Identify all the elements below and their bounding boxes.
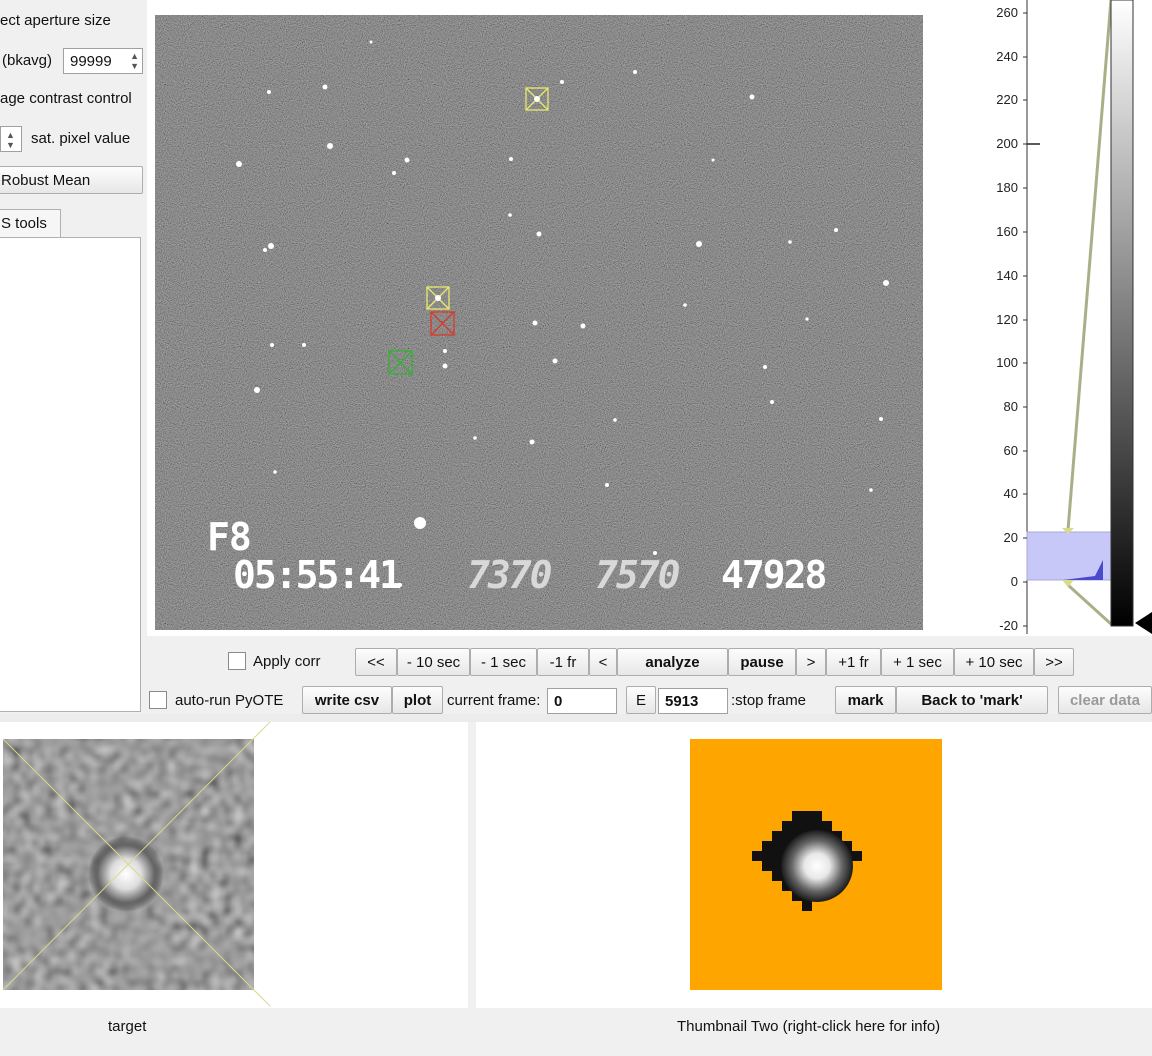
target-thumbnail-panel[interactable]	[0, 722, 468, 1008]
sat-pixel-label: sat. pixel value	[31, 130, 131, 147]
y-tick: 120	[996, 312, 1018, 327]
e-button[interactable]: E	[626, 686, 656, 714]
aperture-size-label: ect aperture size	[0, 12, 111, 29]
back-to-mark-button[interactable]: Back to 'mark'	[896, 686, 1048, 714]
mark-button[interactable]: mark	[835, 686, 896, 714]
y-tick: 260	[996, 5, 1018, 20]
y-tick: 40	[1003, 486, 1018, 501]
y-tick: 100	[996, 355, 1018, 370]
tools-panel	[0, 237, 141, 712]
plus-1-frame-button[interactable]: +1 fr	[826, 648, 881, 676]
plus-10-sec-button[interactable]: + 10 sec	[954, 648, 1034, 676]
minus-10-sec-button[interactable]: - 10 sec	[397, 648, 470, 676]
step-forward-button[interactable]: >	[796, 648, 826, 676]
thumbnail-two-label[interactable]: Thumbnail Two (right-click here for info…	[677, 1018, 940, 1035]
analyze-button[interactable]: analyze	[617, 648, 728, 676]
tab-tools[interactable]: S tools	[0, 209, 61, 238]
bkavg-value: 99999	[70, 52, 112, 70]
code3-overlay: 47928	[721, 553, 827, 597]
y-tick: 180	[996, 180, 1018, 195]
y-tick: 160	[996, 224, 1018, 239]
splitter-handle[interactable]	[0, 714, 1152, 722]
current-frame-label: current frame:	[447, 692, 541, 709]
y-tick: 80	[1003, 399, 1018, 414]
forward-far-button[interactable]: >>	[1034, 648, 1074, 676]
y-tick: 140	[996, 268, 1018, 283]
target-thumbnail-svg	[2, 722, 270, 1007]
minus-1-sec-button[interactable]: - 1 sec	[470, 648, 537, 676]
contrast-control-label: age contrast control	[0, 90, 132, 107]
pause-button[interactable]: pause	[728, 648, 796, 676]
spin-arrows-icon[interactable]: ▲ ▼	[6, 130, 15, 150]
stop-frame-input[interactable]: 5913	[658, 688, 728, 714]
plot-button[interactable]: plot	[392, 686, 443, 714]
plus-1-sec-button[interactable]: + 1 sec	[881, 648, 954, 676]
stop-frame-label: :stop frame	[731, 692, 807, 709]
y-tick: 200	[996, 136, 1018, 151]
spin-arrows-icon[interactable]: ▲ ▼	[130, 51, 139, 71]
thumbnail-two-panel[interactable]	[476, 722, 1152, 1008]
y-tick: 60	[1003, 443, 1018, 458]
y-tick: 20	[1003, 530, 1018, 545]
apply-corr-label: Apply corr	[253, 653, 321, 670]
auto-run-pyote-checkbox[interactable]	[149, 691, 167, 709]
y-tick: 220	[996, 92, 1018, 107]
current-frame-input[interactable]: 0	[547, 688, 617, 714]
apply-corr-checkbox[interactable]	[228, 652, 246, 670]
write-csv-button[interactable]: write csv	[302, 686, 392, 714]
timestamp-overlay: 05:55:41	[233, 553, 402, 597]
robust-mean-button[interactable]: Robust Mean	[0, 166, 143, 194]
target-label: target	[108, 1018, 147, 1035]
clear-data-button[interactable]: clear data	[1058, 686, 1152, 714]
auto-run-pyote-label: auto-run PyOTE	[175, 692, 284, 709]
bkavg-label: (bkavg)	[2, 52, 53, 69]
star-field-image[interactable]: F8 05:55:41 7370 7570 47928	[155, 15, 923, 630]
thumbnail-two-svg	[752, 811, 862, 911]
minus-1-frame-button[interactable]: -1 fr	[537, 648, 589, 676]
y-tick: 240	[996, 49, 1018, 64]
y-tick: 0	[1010, 574, 1018, 589]
star-field-svg	[155, 15, 923, 630]
y-tick: -20	[999, 618, 1018, 633]
code1-overlay: 7370	[467, 553, 553, 597]
bkavg-spinbox[interactable]: 99999 ▲ ▼	[63, 48, 143, 74]
thumbnail-two-image	[690, 739, 942, 990]
sat-pixel-spinbox[interactable]: ▲ ▼	[0, 126, 22, 152]
code2-overlay: 7570	[595, 553, 681, 597]
back-far-button[interactable]: <<	[355, 648, 397, 676]
step-back-button[interactable]: <	[589, 648, 617, 676]
